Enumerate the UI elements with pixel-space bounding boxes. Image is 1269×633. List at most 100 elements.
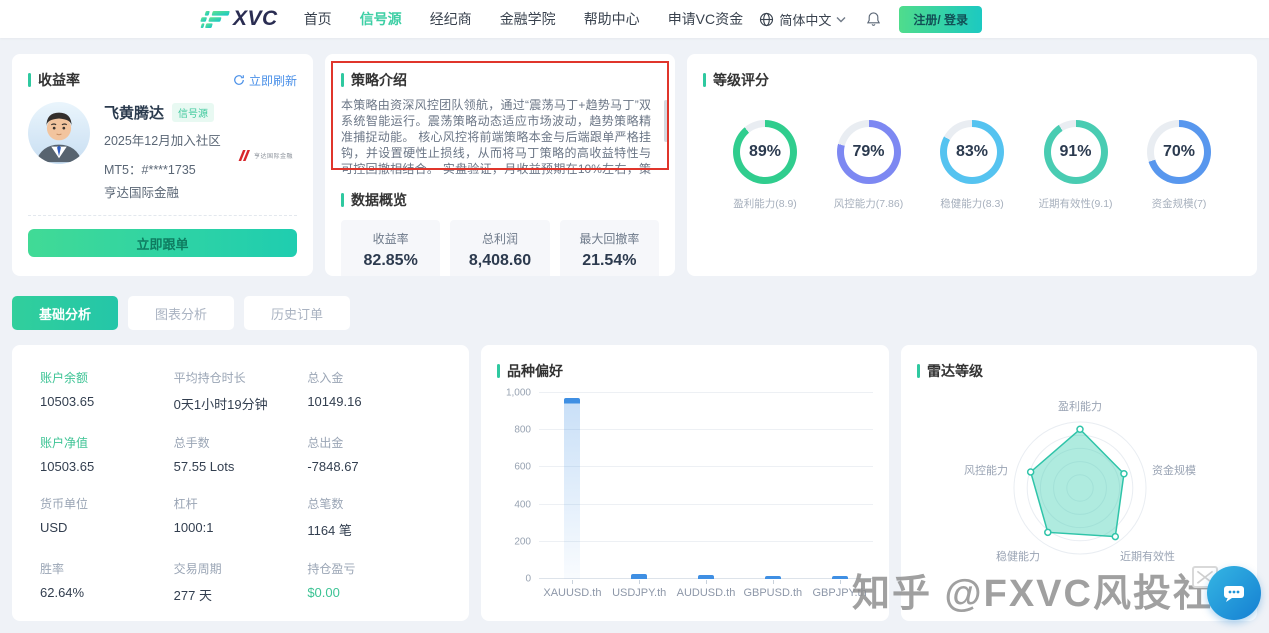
y-axis-tick: 400: [514, 499, 531, 510]
stat-profit-rate: 收益率82.85%: [341, 220, 440, 276]
ring-percent: 79%: [837, 120, 901, 184]
stat-value: 21.54%: [582, 252, 636, 270]
account-value: 10503.65: [40, 459, 174, 474]
rating-card: 等级评分 89% 盈利能力(8.9) 79% 风控能力(7.86) 83%稳健能力(8.…: [687, 54, 1257, 276]
chat-icon: [1222, 583, 1246, 604]
fxvc-logo[interactable]: XVC: [200, 7, 278, 31]
ring-progress: 79%: [837, 120, 901, 184]
account-label: 总入金: [307, 369, 441, 386]
language-label: 简体中文: [779, 10, 831, 29]
y-axis-tick: 200: [514, 536, 531, 547]
symbol-preference-card: 品种偏好 02004006008001,000 XAUUSD.thUSDJPY.…: [481, 345, 889, 621]
nav-item-home[interactable]: 首页: [304, 9, 332, 29]
tab-basic-analysis[interactable]: 基础分析: [12, 296, 118, 330]
tab-history-orders[interactable]: 历史订单: [244, 296, 350, 330]
stat-label: 总利润: [482, 230, 518, 247]
ring-percent: 91%: [1044, 120, 1108, 184]
broker-logo-icon: [238, 150, 251, 161]
ring-label: 稳健能力(8.3): [940, 196, 1004, 211]
y-axis-tick: 800: [514, 425, 531, 436]
nav-item-help-center[interactable]: 帮助中心: [584, 9, 640, 29]
symbol-preference-title: 品种偏好: [497, 361, 873, 381]
x-axis-label: XAUUSD.th: [539, 587, 606, 599]
account-value: $0.00: [307, 585, 441, 600]
strategy-card: 策略介绍 本策略由资深风控团队领航，通过“震荡马丁+趋势马丁”双系统智能运行。震…: [325, 54, 675, 276]
refresh-now-link[interactable]: 立即刷新: [233, 72, 297, 89]
account-value: 277 天: [174, 585, 308, 604]
logo-text: XVC: [233, 7, 278, 31]
radar-axis-label: 盈利能力: [1058, 399, 1102, 413]
fxvc-logo-f-icon: [200, 7, 232, 31]
account-cell-total-lots: 总手数57.55 Lots: [174, 434, 308, 474]
account-value: USD: [40, 520, 174, 535]
customer-service-button[interactable]: [1207, 566, 1261, 620]
nav-item-apply-vc-funds[interactable]: 申请VC资金: [668, 9, 743, 29]
radar-axis-label: 稳健能力: [996, 549, 1040, 563]
x-axis-tick: [706, 580, 707, 584]
ring-label: 盈利能力(8.9): [733, 196, 797, 211]
account-label: 胜率: [40, 560, 174, 577]
x-axis-tick: [639, 580, 640, 584]
rating-ring-risk-control: 79% 风控能力(7.86): [821, 120, 917, 211]
account-cell-total-withdrawal: 总出金-7848.67: [307, 434, 441, 474]
account-cell-trading-period: 交易周期 277 天: [174, 560, 308, 604]
account-cell-avg-holding-time: 平均持仓时长0天1小时19分钟: [174, 369, 308, 413]
x-axis-tick: [840, 580, 841, 584]
broker-logo: 亨达国际金融: [238, 150, 293, 161]
y-axis-tick: 0: [525, 574, 531, 585]
tab-chart-analysis[interactable]: 图表分析: [128, 296, 234, 330]
radar-rating-title: 雷达等级: [917, 361, 1241, 381]
signal-source-badge: 信号源: [172, 103, 214, 122]
nav-item-brokers[interactable]: 经纪商: [430, 9, 472, 29]
radar-axis-label: 资金规模: [1152, 463, 1196, 477]
stat-max-drawdown: 最大回撤率 21.54%: [560, 220, 659, 276]
profit-rate-card: 收益率 立即刷新: [12, 54, 313, 276]
ring-progress: 89%: [733, 120, 797, 184]
title-accent-bar: [917, 364, 920, 378]
follow-now-button[interactable]: 立即跟单: [28, 229, 297, 257]
ring-label: 风控能力(7.86): [834, 196, 903, 211]
account-value: -7848.67: [307, 459, 441, 474]
main-nav: 首页 信号源 经纪商 金融学院 帮助中心 申请VC资金: [304, 9, 760, 29]
rating-ring-stability: 83%稳健能力(8.3): [924, 120, 1020, 211]
rating-title: 等级评分: [703, 70, 1241, 90]
notification-bell-icon[interactable]: [866, 11, 881, 27]
account-label: 交易周期: [174, 560, 308, 577]
account-value: 62.64%: [40, 585, 174, 600]
broker-name: 亨达国际金融: [104, 182, 221, 201]
account-cell-equity: 账户净值10503.65: [40, 434, 174, 474]
profit-rate-title: 收益率: [28, 70, 80, 90]
bar-column: [606, 393, 673, 579]
ring-progress: 70%: [1147, 120, 1211, 184]
ring-percent: 89%: [733, 120, 797, 184]
ring-label: 资金规模(7): [1152, 196, 1207, 211]
bar: [765, 576, 781, 579]
mt5-account: MT5：#****1735: [104, 159, 221, 178]
bar-column: [739, 393, 806, 579]
trader-name: 飞黄腾达: [104, 102, 164, 123]
register-login-button[interactable]: 注册/ 登录: [899, 6, 982, 33]
stat-total-profit: 总利润8,408.60: [450, 220, 549, 276]
rating-ring-profit-ability: 89% 盈利能力(8.9): [717, 120, 813, 211]
radar-svg: 盈利能力资金规模近期有效性稳健能力风控能力: [917, 385, 1241, 589]
bar-column: [539, 393, 606, 579]
account-label: 平均持仓时长: [174, 369, 308, 386]
radar-axis-label: 近期有效性: [1120, 549, 1175, 563]
account-value: 1164 笔: [307, 520, 441, 539]
nav-item-signal-source[interactable]: 信号源: [360, 9, 402, 29]
stat-value: 82.85%: [364, 252, 418, 270]
join-date: 2025年12月加入社区: [104, 130, 221, 149]
language-selector[interactable]: 简体中文: [759, 10, 846, 29]
strategy-description[interactable]: 本策略由资深风控团队领航，通过“震荡马丁+趋势马丁”双系统智能运行。震荡策略动态…: [341, 97, 659, 177]
scrollbar-thumb[interactable]: [664, 100, 668, 142]
x-axis-tick: [773, 580, 774, 584]
nav-item-academy[interactable]: 金融学院: [500, 9, 556, 29]
title-accent-bar: [28, 73, 31, 87]
bar: [832, 576, 848, 579]
account-cell-balance: 账户余额10503.65: [40, 369, 174, 413]
refresh-label: 立即刷新: [249, 72, 297, 89]
y-axis-tick: 600: [514, 462, 531, 473]
bars: [539, 393, 873, 579]
stat-label: 最大回撤率: [579, 230, 639, 247]
title-accent-bar: [703, 73, 706, 87]
